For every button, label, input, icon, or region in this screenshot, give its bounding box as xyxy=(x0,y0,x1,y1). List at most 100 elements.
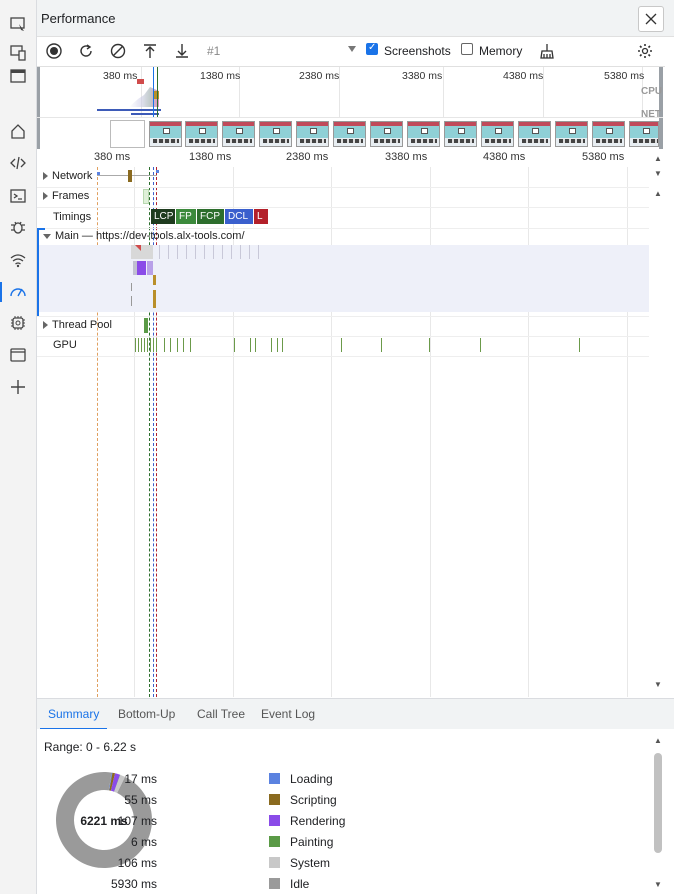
screenshot-thumbnail[interactable] xyxy=(444,121,477,147)
overview-left-handle[interactable] xyxy=(37,67,40,149)
network-wifi-icon[interactable] xyxy=(6,248,30,272)
inspect-icon[interactable] xyxy=(6,12,30,36)
network-bar xyxy=(97,109,161,111)
thread-pool-track[interactable]: Thread Pool xyxy=(37,316,649,337)
gpu-track-label: GPU xyxy=(53,339,77,351)
screenshot-thumbnail[interactable] xyxy=(259,121,292,147)
memory-chip-icon[interactable] xyxy=(6,311,30,335)
frames-track[interactable]: Frames xyxy=(37,187,649,208)
panel-title: Performance xyxy=(41,11,116,26)
gpu-track[interactable]: GPU xyxy=(37,336,649,357)
legend-swatch xyxy=(269,878,280,889)
tab-event-log[interactable]: Event Log xyxy=(261,707,315,721)
fp-marker[interactable]: FP xyxy=(176,209,196,224)
screenshot-thumbnail[interactable] xyxy=(592,121,625,147)
more-tools-icon[interactable] xyxy=(6,375,30,399)
lcp-marker[interactable]: LCP xyxy=(151,209,175,224)
scroll-up-icon[interactable]: ▲ xyxy=(653,153,663,163)
cpu-label: CPU xyxy=(641,86,663,97)
overview-tick: 380 ms xyxy=(103,70,138,82)
screenshot-thumbnail[interactable] xyxy=(407,121,440,147)
screenshot-thumbnail[interactable] xyxy=(629,121,659,147)
console-icon[interactable] xyxy=(6,184,30,208)
network-bar xyxy=(131,113,159,115)
cpu-spike xyxy=(137,79,144,84)
sources-bug-icon[interactable] xyxy=(6,215,30,239)
summary-scrollbar-thumb[interactable] xyxy=(654,753,662,853)
ruler-tick: 4380 ms xyxy=(483,151,526,163)
screenshot-thumbnail[interactable] xyxy=(518,121,551,147)
screenshots-checkbox[interactable] xyxy=(366,42,378,55)
scroll-down-icon[interactable]: ▼ xyxy=(653,879,663,889)
clear-icon[interactable] xyxy=(108,41,128,61)
expand-icon[interactable] xyxy=(43,172,48,181)
legend-value: 106 ms xyxy=(117,856,157,870)
chevron-down-icon[interactable] xyxy=(348,46,356,52)
record-icon[interactable] xyxy=(44,41,64,61)
load-marker[interactable]: L xyxy=(254,209,268,224)
selection-marker xyxy=(157,67,158,117)
broom-icon[interactable] xyxy=(537,41,557,61)
scroll-down-icon[interactable]: ▼ xyxy=(653,679,663,689)
legend-row: 55 ms Scripting xyxy=(37,790,337,811)
scroll-down-icon[interactable]: ▼ xyxy=(653,168,663,178)
application-icon[interactable] xyxy=(6,343,30,367)
screenshot-thumbnail[interactable] xyxy=(370,121,403,147)
legend-swatch xyxy=(269,794,280,805)
expand-icon[interactable] xyxy=(43,192,48,201)
legend-swatch xyxy=(269,773,280,784)
reload-icon[interactable] xyxy=(76,41,96,61)
legend-row: 6 ms Painting xyxy=(37,832,337,853)
screenshot-thumbnail[interactable] xyxy=(555,121,588,147)
overview-right-handle[interactable] xyxy=(659,67,663,149)
activity-bar xyxy=(0,0,37,894)
tab-summary[interactable]: Summary xyxy=(39,707,108,730)
fcp-marker[interactable]: FCP xyxy=(197,209,224,224)
scroll-up-icon[interactable]: ▲ xyxy=(653,188,663,198)
memory-checkbox[interactable] xyxy=(461,43,473,55)
recording-selector[interactable]: #1 xyxy=(207,44,220,58)
expand-icon[interactable] xyxy=(43,321,48,330)
screenshot-thumbnail[interactable] xyxy=(481,121,514,147)
elements-icon[interactable] xyxy=(6,151,30,175)
close-icon[interactable] xyxy=(638,6,664,32)
tab-call-tree[interactable]: Call Tree xyxy=(197,707,245,721)
selection-marker xyxy=(153,67,154,117)
timings-track-label: Timings xyxy=(53,211,92,223)
dock-icon[interactable] xyxy=(6,64,30,88)
legend-value: 107 ms xyxy=(117,814,157,828)
tab-bottom-up[interactable]: Bottom-Up xyxy=(118,707,175,721)
ruler-tick: 380 ms xyxy=(94,151,131,163)
overview-tick: 4380 ms xyxy=(503,70,544,82)
device-toggle-icon[interactable] xyxy=(6,40,30,64)
legend-row: 5930 ms Idle xyxy=(37,874,337,895)
upload-icon[interactable] xyxy=(140,41,160,61)
screenshot-thumbnail-blank[interactable] xyxy=(110,120,145,148)
main-track-label: Main — https://dev-tools.alx-tools.com/ xyxy=(55,230,245,242)
timeline-tracks[interactable]: Network Frames Timings LCP FP FCP DCL L … xyxy=(37,167,649,697)
legend-name: Rendering xyxy=(290,814,346,828)
screenshot-thumbnail[interactable] xyxy=(296,121,329,147)
screenshot-thumbnail[interactable] xyxy=(222,121,255,147)
dcl-marker[interactable]: DCL xyxy=(225,209,253,224)
legend-name: System xyxy=(290,856,331,870)
legend-value: 5930 ms xyxy=(110,877,157,891)
overview-tick: 1380 ms xyxy=(200,70,241,82)
details-tabs: Summary Bottom-Up Call Tree Event Log xyxy=(37,698,674,730)
scroll-up-icon[interactable]: ▲ xyxy=(653,735,663,745)
screenshot-thumbnail[interactable] xyxy=(333,121,366,147)
download-icon[interactable] xyxy=(172,41,192,61)
collapse-icon[interactable] xyxy=(43,233,51,239)
network-track[interactable]: Network xyxy=(37,167,649,188)
main-track[interactable]: Main — https://dev-tools.alx-tools.com/ xyxy=(37,228,649,317)
screenshot-thumbnail[interactable] xyxy=(149,121,182,147)
legend-row: 107 ms Rendering xyxy=(37,811,346,832)
legend-name: Scripting xyxy=(290,793,337,807)
timeline-overview[interactable]: 380 ms 1380 ms 2380 ms 3380 ms 4380 ms 5… xyxy=(37,66,665,150)
performance-icon[interactable] xyxy=(0,280,30,304)
legend-swatch xyxy=(269,815,280,826)
screenshot-thumbnail[interactable] xyxy=(185,121,218,147)
home-icon[interactable] xyxy=(6,119,30,143)
gear-icon[interactable] xyxy=(635,41,655,61)
ruler-tick: 2380 ms xyxy=(286,151,329,163)
